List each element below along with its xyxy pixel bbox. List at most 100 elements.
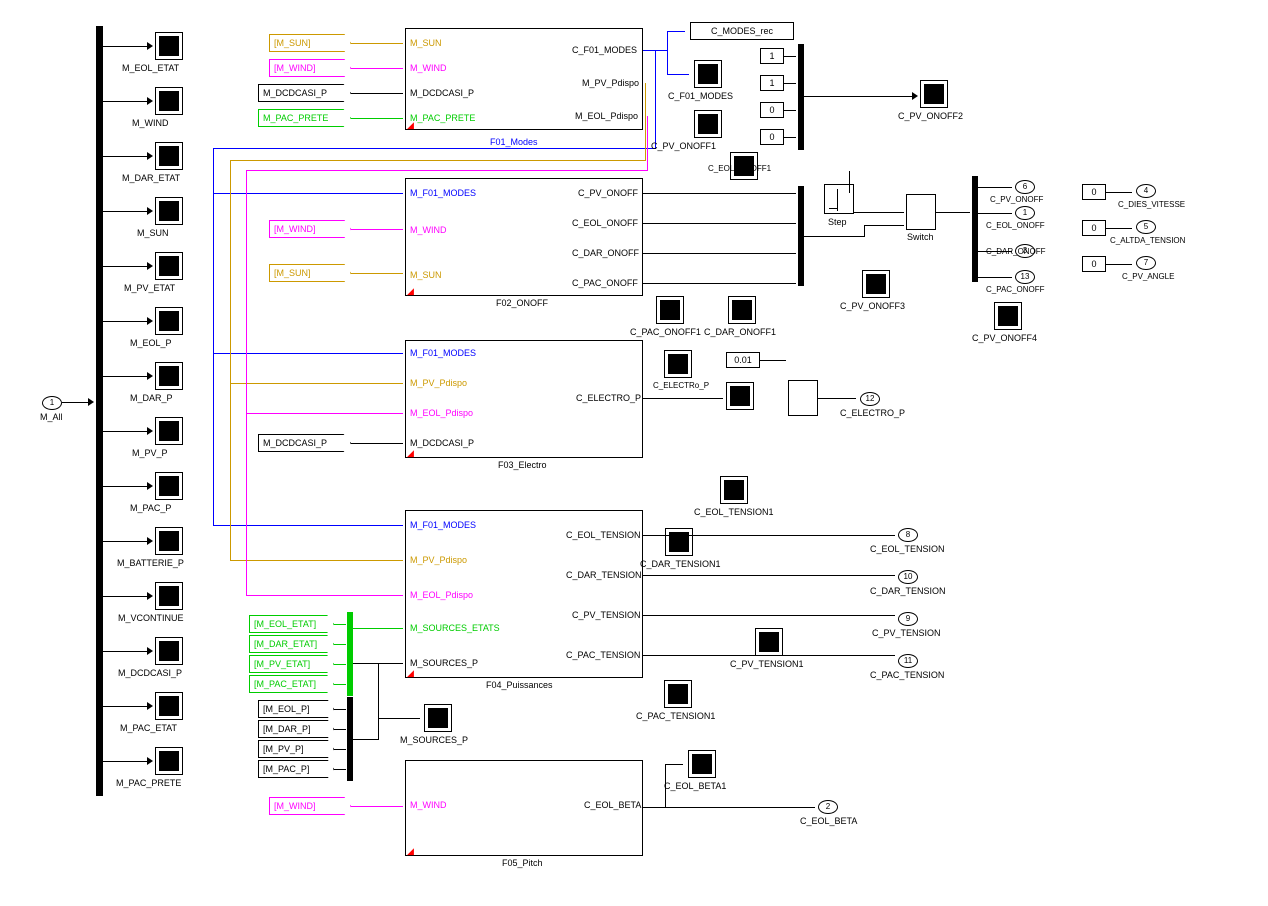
from-p-3[interactable]: [M_PAC_P] [258, 760, 334, 778]
scope-cf01modes[interactable] [694, 60, 722, 88]
wire [103, 321, 149, 322]
outport-pacten[interactable]: 11 [898, 654, 918, 668]
wire [643, 253, 796, 254]
scope[interactable] [155, 252, 183, 280]
outport-eol-onoff[interactable]: 1 [1015, 206, 1035, 220]
wire [784, 137, 796, 138]
wire [655, 50, 656, 149]
outport-pvten[interactable]: 9 [898, 612, 918, 626]
from-etat-1[interactable]: [M_DAR_ETAT] [249, 635, 334, 653]
f03-in-0: M_F01_MODES [410, 348, 476, 358]
const-1b[interactable]: 1 [760, 75, 784, 91]
scope-pvonoff2[interactable] [920, 80, 948, 108]
outport-electro[interactable]: 12 [860, 392, 880, 406]
const-0a[interactable]: 0 [760, 102, 784, 118]
scope[interactable] [155, 472, 183, 500]
demux-bar[interactable] [96, 26, 103, 796]
demux-label-13: M_PAC_PRETE [116, 778, 181, 788]
scope-eolten[interactable] [720, 476, 748, 504]
scope-pvonoff4[interactable] [994, 302, 1022, 330]
inport-m-all[interactable]: 1 [42, 396, 62, 410]
scope[interactable] [155, 747, 183, 775]
const-0b[interactable]: 0 [760, 129, 784, 145]
wire [818, 398, 856, 399]
scope-pvonoff1[interactable] [694, 110, 722, 138]
demux-right[interactable] [972, 176, 978, 282]
to-workspace-cmodesrec[interactable]: C_MODES_rec [690, 22, 794, 40]
outport-eolten[interactable]: 8 [898, 528, 918, 542]
scope-pacten[interactable] [664, 680, 692, 708]
const-0-dies[interactable]: 0 [1082, 184, 1106, 200]
wire [353, 628, 403, 629]
from-tag-sun2[interactable]: [M_SUN] [269, 264, 351, 282]
scope-darten[interactable] [665, 528, 693, 556]
from-p-1[interactable]: [M_DAR_P] [258, 720, 334, 738]
from-tag-dcdcasi3[interactable]: M_DCDCASI_P [258, 434, 351, 452]
wire [230, 160, 231, 383]
from-tag-mdcdcasi[interactable]: M_DCDCASI_P [258, 84, 351, 102]
outport-pvangle[interactable]: 7 [1136, 256, 1156, 270]
outport-beta-label: C_EOL_BETA [800, 816, 857, 826]
wire [804, 236, 864, 237]
wire [230, 560, 403, 561]
scope-paconoff1[interactable] [656, 296, 684, 324]
mux-consts[interactable] [798, 44, 804, 150]
link-indicator: ◢ [407, 448, 414, 459]
from-p-0[interactable]: [M_EOL_P] [258, 700, 334, 718]
outport-pac-onoff[interactable]: 13 [1015, 270, 1035, 284]
switch-electro[interactable] [788, 380, 818, 416]
scope-daronoff1[interactable] [728, 296, 756, 324]
scope[interactable] [155, 142, 183, 170]
scope[interactable] [155, 362, 183, 390]
scope[interactable] [155, 692, 183, 720]
outport-pv-onoff[interactable]: 6 [1015, 180, 1035, 194]
const-0-pvangle[interactable]: 0 [1082, 256, 1106, 272]
wire [643, 398, 723, 399]
step-block[interactable] [824, 184, 854, 214]
switch-block[interactable] [906, 194, 936, 230]
scope-pvten[interactable] [755, 628, 783, 656]
wire [103, 266, 149, 267]
scope-electro2[interactable] [726, 382, 754, 410]
scope-beta[interactable] [688, 750, 716, 778]
from-etat-0[interactable]: [M_EOL_ETAT] [249, 615, 334, 633]
from-p-2[interactable]: [M_PV_P] [258, 740, 334, 758]
wire [246, 170, 247, 413]
outport-dies[interactable]: 4 [1136, 184, 1156, 198]
from-tag-msun[interactable]: [M_SUN] [269, 34, 351, 52]
scope-msourcesp[interactable] [424, 704, 452, 732]
demux-label-1: M_WIND [132, 118, 169, 128]
from-tag-mwind[interactable]: [M_WIND] [269, 59, 351, 77]
from-tag-wind2[interactable]: [M_WIND] [269, 220, 351, 238]
wire [351, 68, 403, 69]
scope[interactable] [155, 32, 183, 60]
from-etat-3[interactable]: [M_PAC_ETAT] [249, 675, 334, 693]
scope[interactable] [155, 637, 183, 665]
outport-darten[interactable]: 10 [898, 570, 918, 584]
from-tag-wind5[interactable]: [M_WIND] [269, 797, 351, 815]
scope[interactable] [155, 87, 183, 115]
arrow [147, 42, 153, 50]
const-0-altda[interactable]: 0 [1082, 220, 1106, 236]
f01-in-0: M_SUN [410, 38, 442, 48]
f04-name: F04_Puissances [486, 680, 553, 690]
scope[interactable] [155, 527, 183, 555]
scope-pvonoff3[interactable] [862, 270, 890, 298]
outport-altda[interactable]: 5 [1136, 220, 1156, 234]
const-1a[interactable]: 1 [760, 48, 784, 64]
mux-etats[interactable] [347, 612, 353, 696]
const-electro[interactable]: 0.01 [726, 352, 760, 368]
scope-electro[interactable] [664, 350, 692, 378]
scope[interactable] [155, 417, 183, 445]
scope[interactable] [155, 197, 183, 225]
outport-beta[interactable]: 2 [818, 800, 838, 814]
scope[interactable] [155, 307, 183, 335]
from-etat-2[interactable]: [M_PV_ETAT] [249, 655, 334, 673]
scope[interactable] [155, 582, 183, 610]
f04-out-3: C_PAC_TENSION [566, 650, 640, 660]
wire [246, 413, 403, 414]
demux-label-4: M_PV_ETAT [124, 283, 175, 293]
from-tag-mpacprete[interactable]: M_PAC_PRETE [258, 109, 351, 127]
wire [351, 43, 403, 44]
f02-in-0: M_F01_MODES [410, 188, 476, 198]
